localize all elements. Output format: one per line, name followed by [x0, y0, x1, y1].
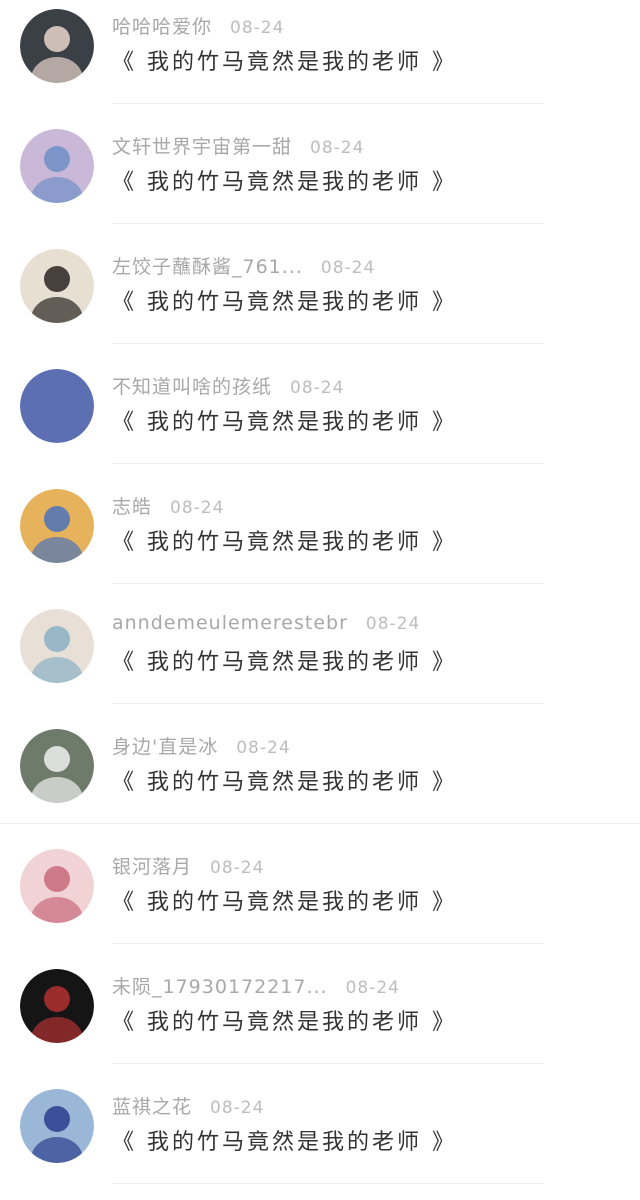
username[interactable]: anndemeulemerestebr — [112, 612, 348, 634]
comment-text: 《 我的竹马竟然是我的老师 》 — [112, 770, 457, 795]
row-divider — [0, 823, 640, 824]
row-divider — [112, 343, 544, 344]
comment-meta: 身边'直是冰 08-24 — [112, 732, 291, 760]
comment-item[interactable]: 蓝祺之花 08-24 《 我的竹马竟然是我的老师 》 — [0, 1080, 640, 1200]
username[interactable]: 蓝祺之花 — [112, 1092, 192, 1119]
comment-meta: 蓝祺之花 08-24 — [112, 1092, 264, 1120]
comment-text: 《 我的竹马竟然是我的老师 》 — [112, 290, 457, 315]
row-divider — [112, 703, 544, 704]
comment-date: 08-24 — [365, 614, 421, 634]
row-divider — [112, 103, 544, 104]
comment-item[interactable]: 文轩世界宇宙第一甜 08-24 《 我的竹马竟然是我的老师 》 — [0, 120, 640, 240]
comment-item[interactable]: 未陨_17930172217... 08-24 《 我的竹马竟然是我的老师 》 — [0, 960, 640, 1080]
row-divider — [112, 1183, 544, 1184]
comment-meta: 不知道叫啥的孩纸 08-24 — [112, 372, 344, 400]
pink-flower-avatar-icon[interactable] — [20, 849, 94, 923]
username[interactable]: 文轩世界宇宙第一甜 — [112, 132, 292, 159]
comment-date: 08-24 — [320, 258, 376, 278]
row-divider — [112, 463, 544, 464]
comment-meta: 左饺子蘸酥酱_761... 08-24 — [112, 252, 375, 280]
username[interactable]: 未陨_17930172217... — [112, 972, 328, 999]
comment-date: 08-24 — [230, 18, 285, 38]
comment-item[interactable]: 志皓 08-24 《 我的竹马竟然是我的老师 》 — [0, 480, 640, 600]
sunlit-group-avatar-icon[interactable] — [20, 489, 94, 563]
photo-frame-avatar-icon[interactable] — [20, 609, 94, 683]
username[interactable]: 左饺子蘸酥酱_761... — [112, 252, 303, 279]
comment-meta: anndemeulemerestebr 08-24 — [112, 612, 420, 640]
blue-outfit-avatar-icon[interactable] — [20, 1089, 94, 1163]
comment-text: 《 我的竹马竟然是我的老师 》 — [112, 1130, 457, 1155]
row-divider — [112, 1063, 544, 1064]
dark-hair-avatar-icon[interactable] — [20, 729, 94, 803]
boy-portrait-avatar-icon[interactable] — [20, 9, 94, 83]
comment-date: 08-24 — [345, 978, 400, 998]
row-divider — [112, 583, 544, 584]
comment-date: 08-24 — [210, 1098, 265, 1118]
comment-date: 08-24 — [290, 378, 345, 398]
comment-item[interactable]: 身边'直是冰 08-24 《 我的竹马竟然是我的老师 》 — [0, 720, 640, 840]
comment-meta: 文轩世界宇宙第一甜 08-24 — [112, 132, 364, 160]
comment-item[interactable]: anndemeulemerestebr 08-24 《 我的竹马竟然是我的老师 》 — [0, 600, 640, 720]
row-divider — [112, 223, 544, 224]
comment-item[interactable]: 不知道叫啥的孩纸 08-24 《 我的竹马竟然是我的老师 》 — [0, 360, 640, 480]
comment-text: 《 我的竹马竟然是我的老师 》 — [112, 50, 457, 75]
comment-text: 《 我的竹马竟然是我的老师 》 — [112, 890, 457, 915]
comment-text: 《 我的竹马竟然是我的老师 》 — [112, 170, 457, 195]
comment-text: 《 我的竹马竟然是我的老师 》 — [112, 530, 457, 555]
comment-text: 《 我的竹马竟然是我的老师 》 — [112, 1010, 457, 1035]
username[interactable]: 银河落月 — [112, 852, 192, 879]
row-divider — [112, 943, 544, 944]
comment-date: 08-24 — [236, 738, 291, 758]
duo-photo-avatar-icon[interactable] — [20, 129, 94, 203]
comment-item[interactable]: 左饺子蘸酥酱_761... 08-24 《 我的竹马竟然是我的老师 》 — [0, 240, 640, 360]
masked-dark-avatar-icon[interactable] — [20, 969, 94, 1043]
solid-blue-avatar-icon[interactable] — [20, 369, 94, 443]
comment-meta: 未陨_17930172217... 08-24 — [112, 972, 400, 1000]
tufted-chair-avatar-icon[interactable] — [20, 249, 94, 323]
comment-text: 《 我的竹马竟然是我的老师 》 — [112, 650, 457, 675]
username[interactable]: 哈哈哈爱你 — [112, 12, 212, 39]
username[interactable]: 不知道叫啥的孩纸 — [112, 372, 272, 399]
comment-date: 08-24 — [170, 498, 225, 518]
comment-meta: 银河落月 08-24 — [112, 852, 264, 880]
comment-meta: 志皓 08-24 — [112, 492, 224, 520]
comment-item[interactable]: 银河落月 08-24 《 我的竹马竟然是我的老师 》 — [0, 840, 640, 960]
comment-date: 08-24 — [310, 138, 365, 158]
comment-date: 08-24 — [210, 858, 265, 878]
username[interactable]: 志皓 — [112, 492, 152, 519]
comment-item[interactable]: 哈哈哈爱你 08-24 《 我的竹马竟然是我的老师 》 — [0, 0, 640, 120]
comment-text: 《 我的竹马竟然是我的老师 》 — [112, 410, 457, 435]
comment-meta: 哈哈哈爱你 08-24 — [112, 12, 284, 40]
username[interactable]: 身边'直是冰 — [112, 732, 218, 759]
